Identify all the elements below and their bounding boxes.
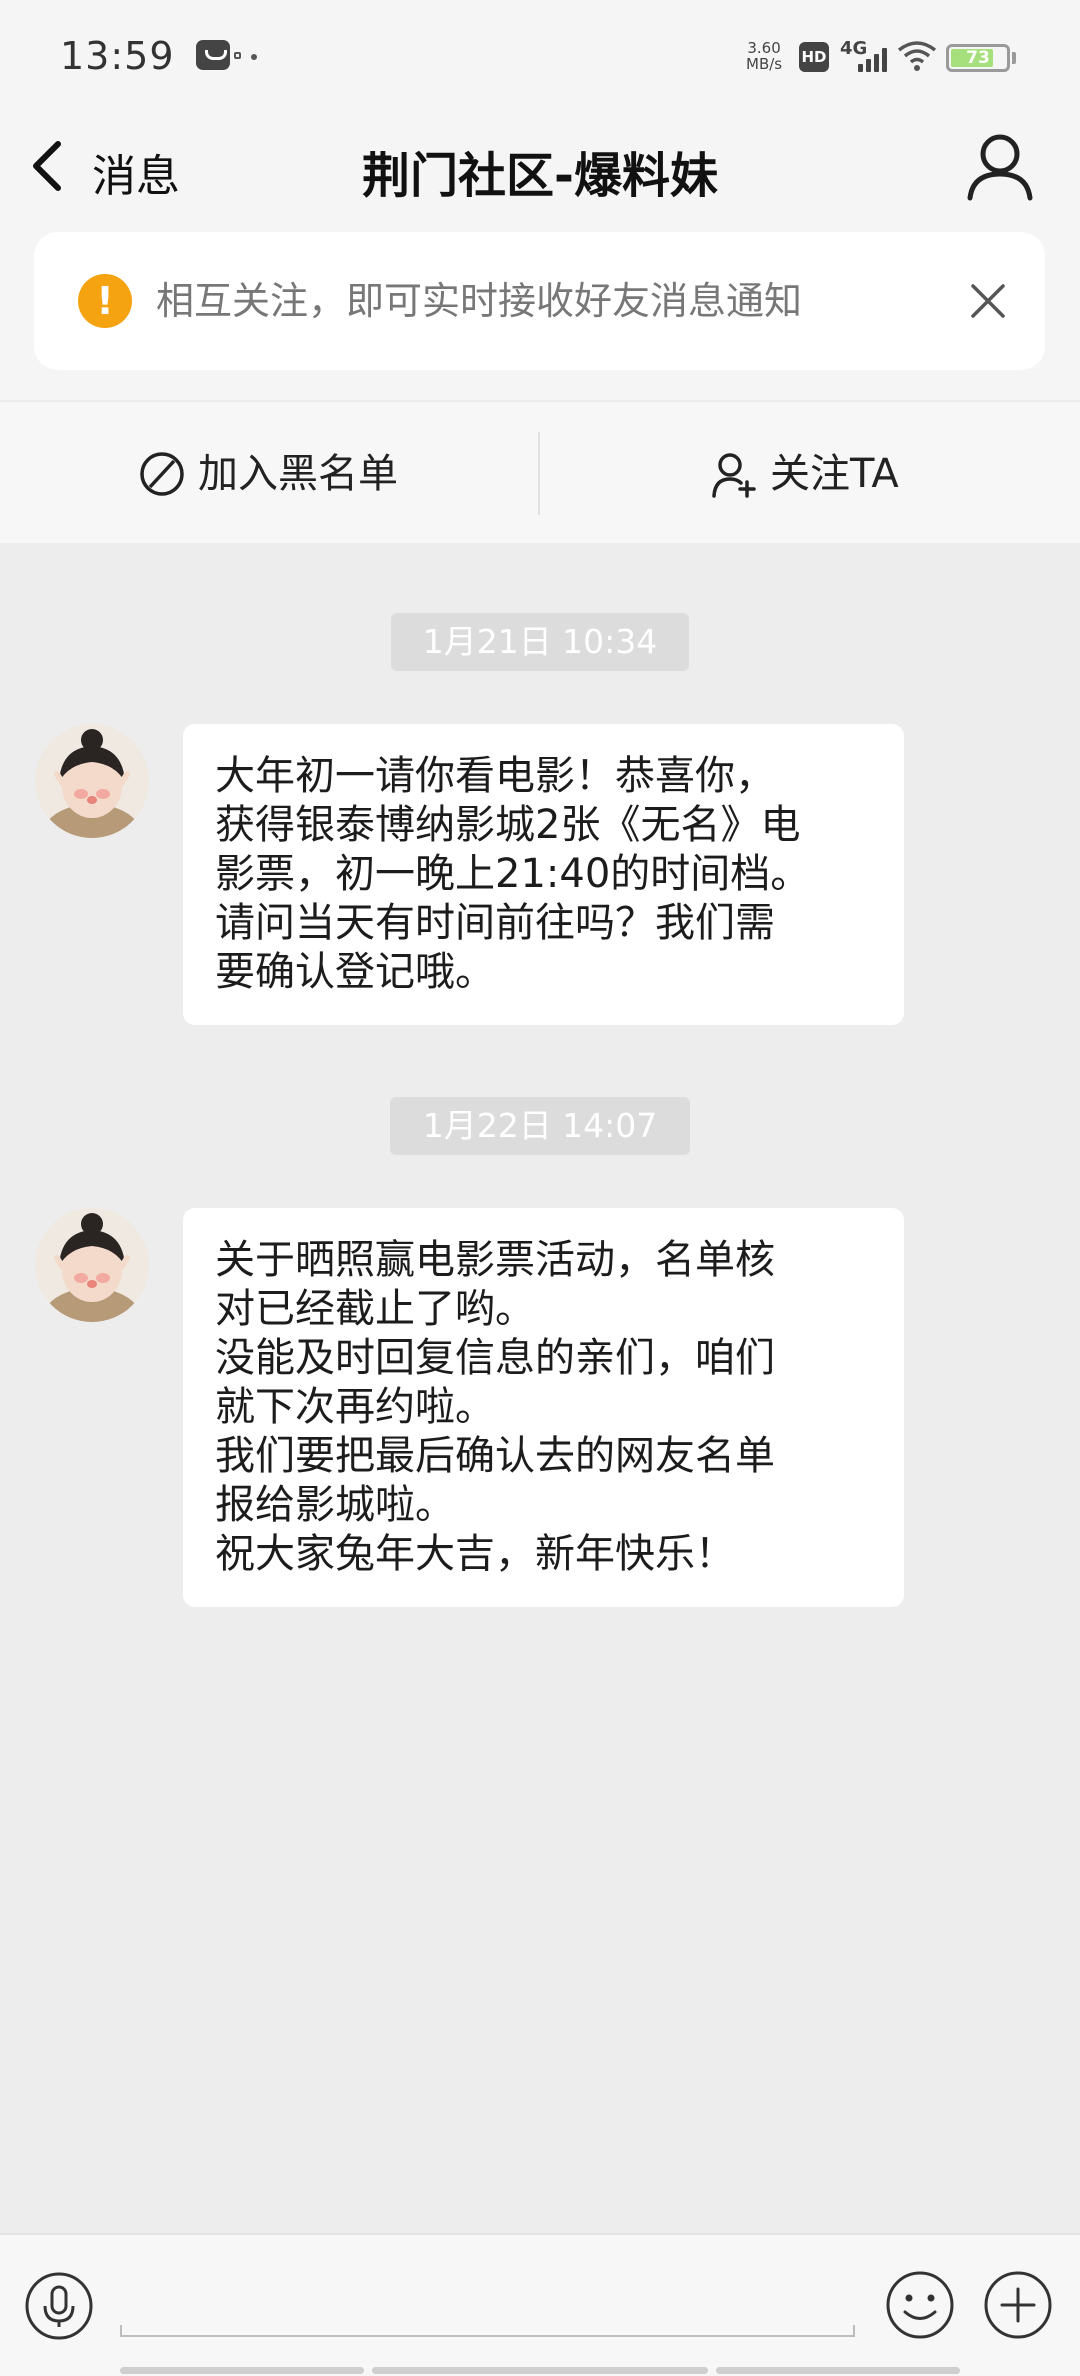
exclamation-icon: ! <box>78 274 132 328</box>
message-line: 就下次再约啦。 <box>215 1384 495 1430</box>
message-line: 关于晒照赢电影票活动，名单核 <box>215 1237 775 1283</box>
home-indicator <box>716 2367 960 2374</box>
home-indicator <box>120 2367 364 2374</box>
message-input[interactable] <box>120 2325 855 2337</box>
message-line: 对已经截止了哟。 <box>215 1286 535 1332</box>
home-indicator <box>372 2367 708 2374</box>
message-line: 祝大家兔年大吉，新年快乐！ <box>215 1531 735 1577</box>
avatar-image <box>35 1208 149 1322</box>
message-line: 没能及时回复信息的亲们，咱们 <box>215 1335 775 1381</box>
signal-icon <box>858 48 888 72</box>
message-line: 大年初一请你看电影！恭喜你， <box>215 753 775 799</box>
hd-badge: HD <box>799 42 829 72</box>
message-line: 获得银泰博纳影城2张《无名》电 <box>215 802 801 848</box>
message-timestamp: 1月22日 14:07 <box>390 1097 690 1155</box>
notice-text: 相互关注，即可实时接收好友消息通知 <box>156 279 803 323</box>
status-time: 13:59 <box>60 34 175 78</box>
avatar[interactable] <box>35 724 149 838</box>
user-icon[interactable] <box>965 130 1035 202</box>
add-user-icon <box>712 453 756 498</box>
message-line: 报给影城啦。 <box>215 1482 455 1528</box>
network-speed-value: 3.60 <box>747 39 781 57</box>
follow-button[interactable]: 关注TA <box>540 402 1078 545</box>
dot-icon <box>251 54 257 60</box>
status-bar: 13:59 3.60 MB/s HD 4G 73 <box>0 0 1080 110</box>
blacklist-button[interactable]: 加入黑名单 <box>0 402 538 545</box>
block-icon <box>140 452 184 496</box>
message-bubble: 关于晒照赢电影票活动，名单核 对已经截止了哟。 没能及时回复信息的亲们，咱们 就… <box>183 1208 904 1607</box>
battery-tip <box>1012 52 1016 64</box>
navigation-bar: 消息 荆门社区-爆料妹 <box>0 110 1080 220</box>
battery-level: 73 <box>966 48 990 68</box>
network-speed: 3.60 MB/s <box>746 40 782 72</box>
avatar-image <box>35 724 149 838</box>
page-title: 荆门社区-爆料妹 <box>362 148 718 204</box>
follow-label: 关注TA <box>770 451 899 497</box>
message-line: 要确认登记哦。 <box>215 949 495 995</box>
message-line: 请问当天有时间前往吗？我们需 <box>215 900 775 946</box>
message-notification-icon <box>196 40 230 70</box>
close-icon[interactable] <box>967 280 1009 322</box>
message-line: 我们要把最后确认去的网友名单 <box>215 1433 775 1479</box>
message-line: 影票，初一晚上21:40的时间档。 <box>215 851 811 897</box>
emoji-icon[interactable] <box>884 2269 956 2341</box>
avatar[interactable] <box>35 1208 149 1322</box>
message-bubble: 大年初一请你看电影！恭喜你， 获得银泰博纳影城2张《无名》电 影票，初一晚上21… <box>183 724 904 1025</box>
blacklist-label: 加入黑名单 <box>198 451 398 497</box>
notification-icon <box>234 52 241 59</box>
wifi-icon <box>897 41 937 71</box>
action-row: 加入黑名单 关注TA <box>0 400 1080 543</box>
message-timestamp: 1月21日 10:34 <box>391 613 689 671</box>
network-speed-unit: MB/s <box>746 55 783 73</box>
chat-input-bar <box>0 2233 1080 2376</box>
microphone-icon[interactable] <box>24 2271 94 2341</box>
follow-notice-card: ! 相互关注，即可实时接收好友消息通知 <box>34 232 1045 370</box>
plus-icon[interactable] <box>982 2269 1054 2341</box>
